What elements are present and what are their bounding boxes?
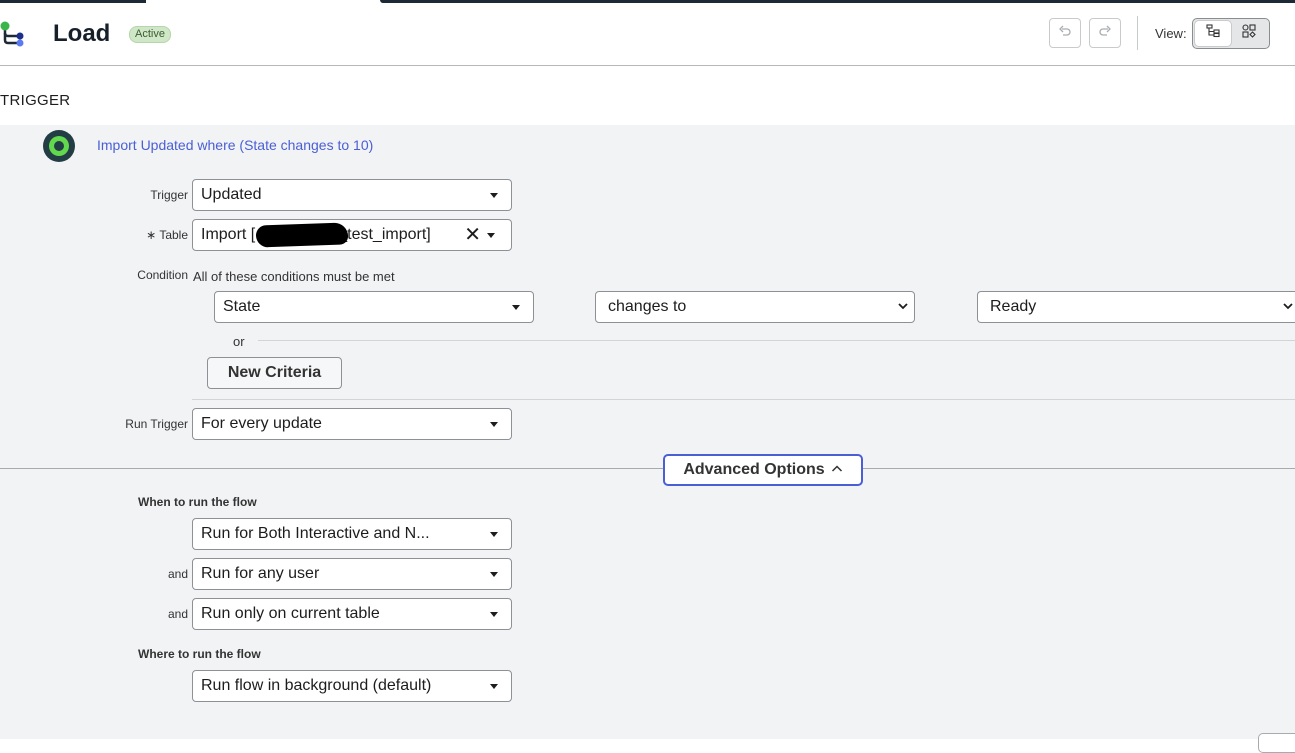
clear-icon[interactable]: ✕ <box>464 225 481 245</box>
where-to-run-select[interactable]: Run flow in background (default) <box>192 670 512 702</box>
tree-view-button[interactable] <box>1195 21 1231 46</box>
and-label: and <box>167 567 188 581</box>
run-mode-select[interactable]: Run for Both Interactive and N... <box>192 518 512 550</box>
redo-button[interactable] <box>1089 18 1121 48</box>
tree-view-icon <box>1205 23 1221 44</box>
grid-view-icon <box>1241 23 1257 44</box>
condition-value-select[interactable]: Ready <box>977 291 1295 323</box>
flow-logo-icon <box>0 21 26 49</box>
table-label-text: Table <box>159 228 188 242</box>
grid-view-button[interactable] <box>1231 21 1267 46</box>
node-status-icon <box>43 130 75 162</box>
condition-operator-value: changes to <box>608 298 687 315</box>
required-marker: ∗ <box>146 228 157 242</box>
where-to-run-heading: Where to run the flow <box>138 647 261 661</box>
redo-icon <box>1098 24 1112 43</box>
advanced-options-button[interactable]: Advanced Options <box>663 454 863 486</box>
run-trigger-label: Run Trigger <box>125 417 188 431</box>
condition-field-select[interactable]: State <box>214 291 534 323</box>
run-trigger-select[interactable]: For every update <box>192 408 512 440</box>
run-trigger-value: For every update <box>201 415 322 432</box>
where-to-run-value: Run flow in background (default) <box>201 677 432 694</box>
table-scope-select[interactable]: Run only on current table <box>192 598 512 630</box>
toolbar-divider <box>1137 16 1138 50</box>
section-heading-trigger: TRIGGER <box>0 92 71 109</box>
caret-down-icon <box>512 304 520 310</box>
chevron-up-icon <box>831 461 843 479</box>
caret-down-icon <box>490 571 498 577</box>
undo-button[interactable] <box>1049 18 1081 48</box>
trigger-select[interactable]: Updated <box>192 179 512 211</box>
table-scope-value: Run only on current table <box>201 605 380 622</box>
table-select[interactable]: Import [ _test_import] ✕ <box>192 219 512 251</box>
redaction-mark <box>255 222 349 248</box>
or-label: or <box>233 334 245 349</box>
condition-value-value: Ready <box>990 298 1037 315</box>
caret-down-icon <box>490 192 498 198</box>
table-value-prefix: Import [ <box>201 226 256 243</box>
view-label: View: <box>1155 26 1187 41</box>
status-badge: Active <box>129 26 171 43</box>
or-divider <box>258 340 1295 341</box>
condition-hint: All of these conditions must be met <box>193 269 395 284</box>
when-to-run-heading: When to run the flow <box>138 495 257 509</box>
trigger-select-value: Updated <box>201 186 262 203</box>
view-toggle <box>1192 18 1270 49</box>
undo-icon <box>1058 24 1072 43</box>
bottom-right-control[interactable] <box>1258 733 1295 753</box>
condition-field-value: State <box>223 298 261 315</box>
page-title: Load <box>53 20 111 47</box>
caret-down-icon <box>487 232 495 238</box>
caret-down-icon <box>490 531 498 537</box>
caret-down-icon <box>490 421 498 427</box>
condition-divider <box>192 399 1295 400</box>
user-scope-value: Run for any user <box>201 565 320 582</box>
table-label: ∗ Table <box>120 228 188 242</box>
advanced-divider <box>0 468 1295 469</box>
trigger-summary-link[interactable]: Import Updated where (State changes to 1… <box>97 137 373 153</box>
trigger-label: Trigger <box>150 188 188 202</box>
new-criteria-button[interactable]: New Criteria <box>207 357 342 389</box>
caret-down-icon <box>490 683 498 689</box>
condition-label: Condition <box>137 268 188 282</box>
advanced-options-label: Advanced Options <box>683 461 825 478</box>
caret-down-icon <box>490 611 498 617</box>
table-value-suffix: _test_import] <box>338 226 431 243</box>
header-divider <box>0 65 1295 66</box>
run-mode-value: Run for Both Interactive and N... <box>201 525 430 542</box>
and-label: and <box>167 607 188 621</box>
chevron-down-icon <box>898 298 914 316</box>
chevron-down-icon <box>1283 298 1295 316</box>
condition-operator-select[interactable]: changes to <box>595 291 915 323</box>
user-scope-select[interactable]: Run for any user <box>192 558 512 590</box>
